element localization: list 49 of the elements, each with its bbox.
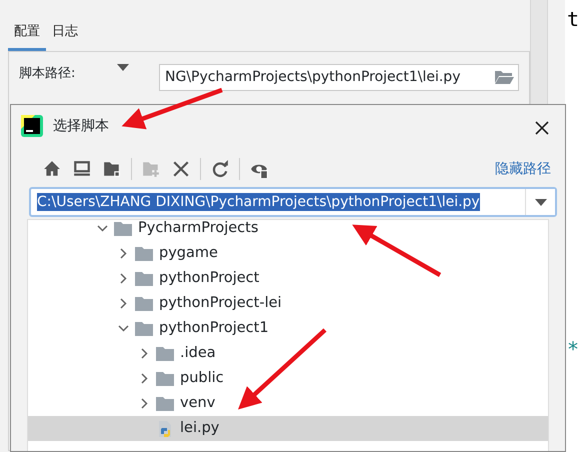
code-text: * — [567, 336, 580, 363]
folder-icon — [156, 396, 174, 411]
tree-item-label: venv — [180, 394, 216, 413]
tree-item-label: lei.py — [180, 418, 220, 438]
chevron-right-icon[interactable] — [140, 348, 148, 359]
script-path-field[interactable]: NG\PycharmProjects\pythonProject1\lei.py — [159, 64, 519, 90]
folder-icon — [135, 271, 153, 286]
chevron-right-icon[interactable] — [120, 248, 126, 259]
tree-row[interactable]: pythonProject1 — [28, 316, 548, 341]
close-icon[interactable] — [535, 120, 549, 135]
tree-item-label: pythonProject — [159, 268, 260, 288]
folder-icon — [114, 221, 132, 236]
tree-item-label: PycharmProjects — [138, 220, 258, 238]
dialog-title: 选择脚本 — [53, 116, 109, 136]
tree-item-label: pythonProject-lei — [159, 294, 282, 313]
dropdown-caret-icon[interactable] — [117, 64, 129, 72]
tree-row[interactable]: PycharmProjects — [28, 220, 548, 241]
code-text: t — [567, 6, 580, 33]
folder-icon — [135, 321, 153, 336]
chevron-right-icon[interactable] — [120, 273, 126, 284]
tree-item-label: .idea — [180, 344, 216, 363]
folder-icon[interactable] — [494, 69, 514, 85]
app-logo-icon — [21, 115, 43, 137]
tree-row[interactable]: public — [28, 366, 548, 391]
folder-icon — [156, 346, 174, 361]
python-file-icon — [156, 420, 174, 438]
tree-row[interactable]: pygame — [28, 241, 548, 266]
tree-row[interactable]: lei.py — [28, 416, 548, 441]
tree-item-label: public — [180, 368, 224, 388]
tree-row[interactable]: venv — [28, 391, 548, 416]
tree-row[interactable]: pythonProject-lei — [28, 291, 548, 316]
hide-path-link[interactable]: 隐藏路径 — [495, 158, 551, 180]
tree-item-label: pygame — [159, 244, 218, 263]
folder-icon — [135, 246, 153, 261]
tree-row[interactable]: .idea — [28, 341, 548, 366]
chevron-down-icon[interactable] — [96, 225, 108, 232]
tab[interactable]: 配置 — [8, 22, 46, 50]
tree-item-label: pythonProject1 — [159, 318, 269, 338]
chevron-right-icon[interactable] — [120, 298, 126, 309]
dropdown-caret-icon[interactable] — [525, 189, 555, 215]
chevron-down-icon[interactable] — [118, 325, 128, 332]
field-label: 脚本路径: — [19, 64, 76, 82]
tab[interactable]: 日志 — [46, 22, 84, 50]
folder-icon — [135, 296, 153, 311]
tree-row[interactable]: pythonProject — [28, 266, 548, 291]
chevron-right-icon[interactable] — [140, 373, 148, 384]
folder-icon — [156, 371, 174, 386]
path-combo-box[interactable]: C:\Users\ZHANG DIXING\PycharmProjects\pythonProject1\lei.py — [29, 187, 557, 217]
chevron-right-icon[interactable] — [140, 398, 148, 409]
